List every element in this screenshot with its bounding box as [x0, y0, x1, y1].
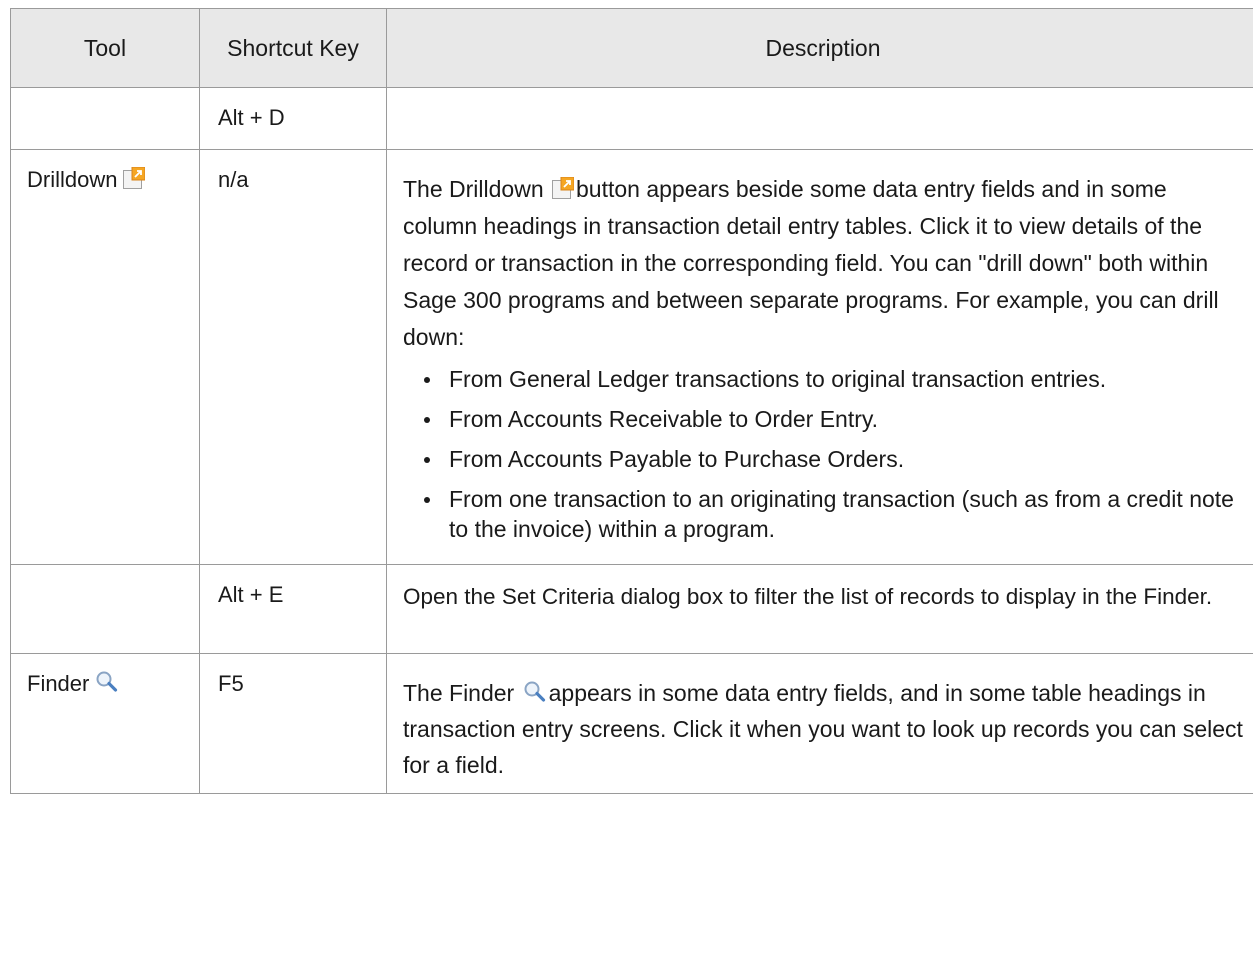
- header-description: Description: [386, 8, 1253, 88]
- drilldown-icon: [552, 177, 574, 199]
- description-cell: The Drilldown button appears beside some…: [386, 149, 1253, 565]
- description-cell: [386, 87, 1253, 150]
- tool-cell: [10, 564, 200, 654]
- bullet-icon: [424, 497, 430, 503]
- shortcut-cell: Alt + D: [199, 87, 387, 150]
- description-cell: The Finder appears in some data entry fi…: [386, 653, 1253, 794]
- list-item: From Accounts Payable to Purchase Orders…: [421, 444, 1247, 474]
- drilldown-icon: [123, 167, 146, 189]
- list-item: From General Ledger transactions to orig…: [421, 364, 1247, 394]
- list-item: From Accounts Receivable to Order Entry.: [421, 404, 1247, 434]
- tool-cell: Finder: [10, 653, 200, 794]
- bullet-icon: [424, 457, 430, 463]
- shortcut-table: Tool Shortcut Key Description Alt + D Dr…: [10, 8, 1253, 794]
- bullet-list: From General Ledger transactions to orig…: [403, 364, 1247, 544]
- table-row-finder: Finder F5 The Finder appears in some dat…: [10, 653, 1253, 794]
- shortcut-cell: n/a: [199, 149, 387, 565]
- tool-cell: [10, 87, 200, 150]
- shortcut-cell: F5: [199, 653, 387, 794]
- tool-label: Drilldown: [27, 167, 118, 192]
- list-item: From one transaction to an originating t…: [421, 484, 1247, 544]
- table-row-drilldown: Drilldown n/a The Drilldown button appea…: [10, 149, 1253, 565]
- description-text: The Finder: [403, 680, 515, 706]
- tool-cell: Drilldown: [10, 149, 200, 565]
- header-row: Tool Shortcut Key Description: [10, 8, 1253, 88]
- description-text: button appears beside some data entry fi…: [403, 176, 1219, 350]
- tool-label: Finder: [27, 671, 90, 696]
- description-cell: Open the Set Criteria dialog box to filt…: [386, 564, 1253, 654]
- finder-icon: [95, 670, 119, 692]
- finder-icon: [523, 680, 547, 702]
- header-shortcut-key: Shortcut Key: [199, 8, 387, 88]
- shortcut-cell: Alt + E: [199, 564, 387, 654]
- table-row-alt-d: Alt + D: [10, 87, 1253, 150]
- bullet-icon: [424, 377, 430, 383]
- table-row-alt-e: Alt + E Open the Set Criteria dialog box…: [10, 564, 1253, 654]
- header-tool: Tool: [10, 8, 200, 88]
- bullet-icon: [424, 417, 430, 423]
- description-text: The Drilldown: [403, 176, 544, 202]
